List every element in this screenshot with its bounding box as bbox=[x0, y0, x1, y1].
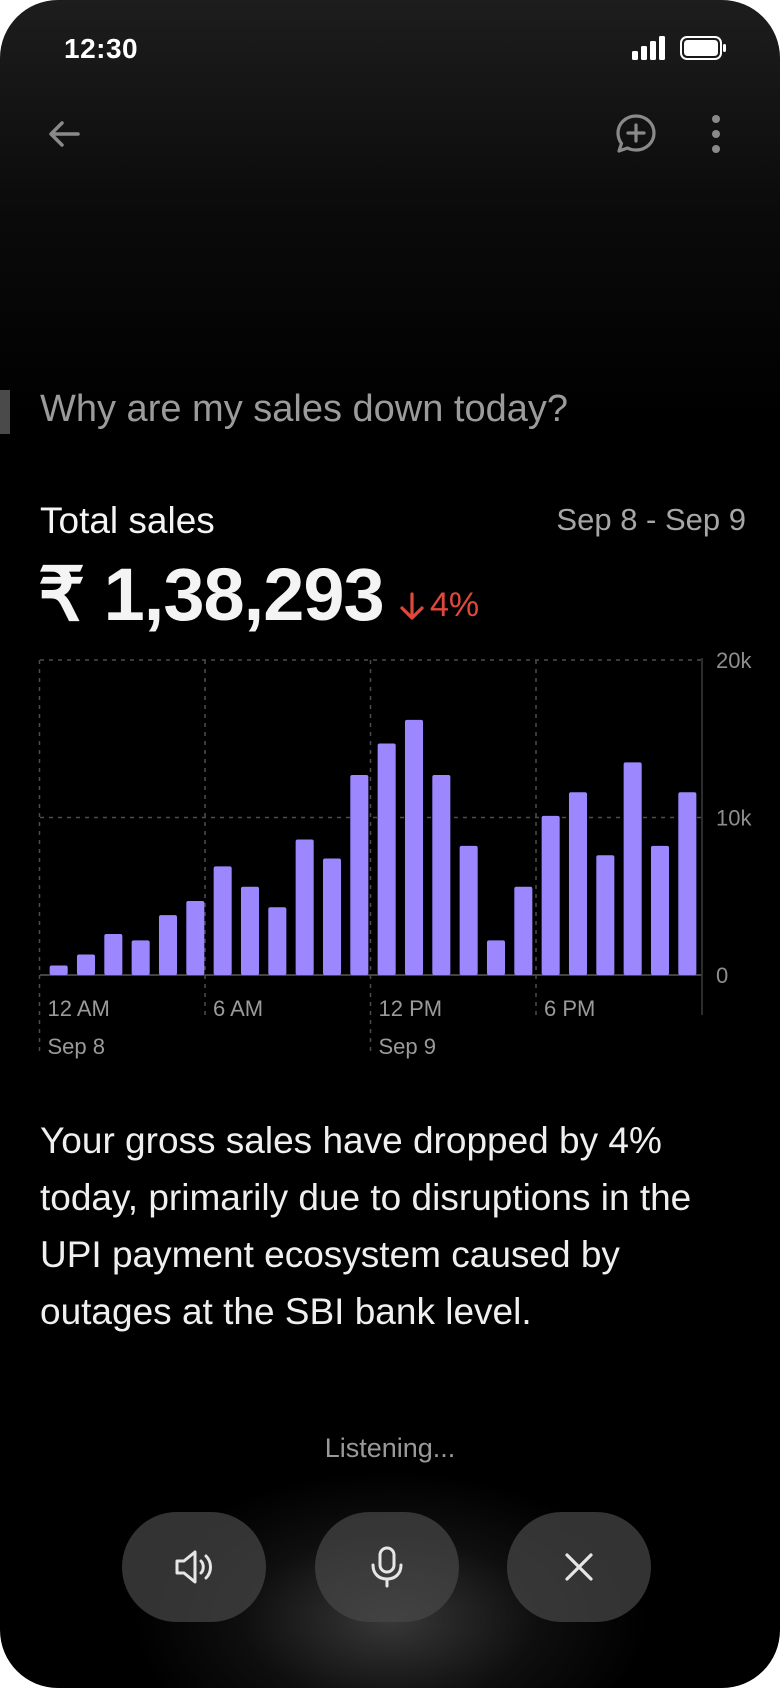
chart-bar[interactable] bbox=[377, 743, 396, 975]
y-tick-label: 20k bbox=[716, 648, 752, 673]
chart-bar[interactable] bbox=[541, 815, 560, 975]
x-tick-label: 12 PM bbox=[379, 996, 443, 1021]
new-chat-button[interactable] bbox=[608, 106, 664, 162]
chart-bar[interactable] bbox=[322, 858, 342, 975]
chart-bar[interactable] bbox=[213, 866, 232, 975]
chart-bar[interactable] bbox=[432, 774, 451, 975]
close-button[interactable] bbox=[507, 1512, 651, 1622]
arrow-left-icon bbox=[49, 121, 80, 147]
speaker-icon bbox=[175, 1550, 212, 1584]
chart-bar[interactable] bbox=[295, 839, 314, 975]
x-tick-label: 6 PM bbox=[544, 996, 595, 1021]
date-range[interactable]: Sep 8 - Sep 9 bbox=[556, 502, 746, 538]
chart-bar[interactable] bbox=[459, 845, 478, 975]
listening-status: Listening... bbox=[324, 1433, 456, 1463]
change-badge: 4% bbox=[398, 586, 479, 625]
status-icons bbox=[632, 36, 728, 60]
microphone-icon bbox=[371, 1546, 403, 1588]
chart-bar[interactable] bbox=[486, 940, 506, 975]
chart-bar[interactable] bbox=[404, 719, 424, 975]
chart-bar[interactable] bbox=[49, 965, 68, 975]
chart-bar[interactable] bbox=[158, 915, 178, 975]
chart-bars bbox=[49, 719, 697, 975]
chart-bar[interactable] bbox=[678, 792, 697, 975]
phone-screen: 12:30 Why are my sales down today? Total… bbox=[0, 0, 780, 1688]
chart-bar[interactable] bbox=[76, 954, 96, 975]
microphone-button[interactable] bbox=[315, 1512, 459, 1622]
battery-icon bbox=[680, 36, 726, 60]
more-vertical-icon bbox=[712, 115, 720, 153]
close-icon bbox=[565, 1553, 593, 1581]
user-question: Why are my sales down today? bbox=[40, 388, 569, 430]
chart-bar[interactable] bbox=[131, 940, 150, 975]
chart-labels: 20k 10k 0 12 AM 6 AM 12 PM 6 PM Sep 8 Sep 9 bbox=[48, 648, 753, 1059]
chart-bar[interactable] bbox=[514, 886, 533, 975]
arrow-down-icon bbox=[400, 591, 424, 620]
more-options-button[interactable] bbox=[688, 106, 744, 162]
change-value: 4% bbox=[430, 586, 480, 624]
x-date-label: Sep 8 bbox=[48, 1034, 106, 1059]
chart-bar[interactable] bbox=[186, 900, 205, 975]
chat-plus-icon bbox=[616, 114, 656, 153]
signal-icon bbox=[632, 36, 665, 60]
y-tick-label: 0 bbox=[716, 963, 728, 988]
chart-bar[interactable] bbox=[568, 792, 588, 975]
chart-bar[interactable] bbox=[350, 774, 369, 975]
speaker-button[interactable] bbox=[122, 1512, 266, 1622]
insight-text: Your gross sales have dropped by 4% toda… bbox=[40, 1120, 692, 1332]
chart-bar[interactable] bbox=[650, 845, 670, 975]
total-sales-value: ₹ 1,38,293 bbox=[38, 553, 385, 636]
chart-bar[interactable] bbox=[623, 762, 642, 975]
chart-bar[interactable] bbox=[104, 934, 123, 975]
status-time: 12:30 bbox=[64, 33, 139, 64]
chart-bar[interactable] bbox=[596, 855, 615, 975]
chart-bar[interactable] bbox=[240, 886, 260, 975]
sales-bar-chart: 20k 10k 0 12 AM 6 AM 12 PM 6 PM Sep 8 Sep 9 bbox=[38, 648, 753, 1059]
question-marker bbox=[0, 390, 10, 434]
y-tick-label: 10k bbox=[716, 806, 752, 831]
back-button[interactable] bbox=[36, 106, 92, 162]
x-tick-label: 6 AM bbox=[213, 996, 263, 1021]
x-tick-label: 12 AM bbox=[48, 996, 110, 1021]
chart-bar[interactable] bbox=[268, 907, 287, 975]
x-date-label: Sep 9 bbox=[379, 1034, 437, 1059]
total-sales-label: Total sales bbox=[40, 500, 215, 541]
